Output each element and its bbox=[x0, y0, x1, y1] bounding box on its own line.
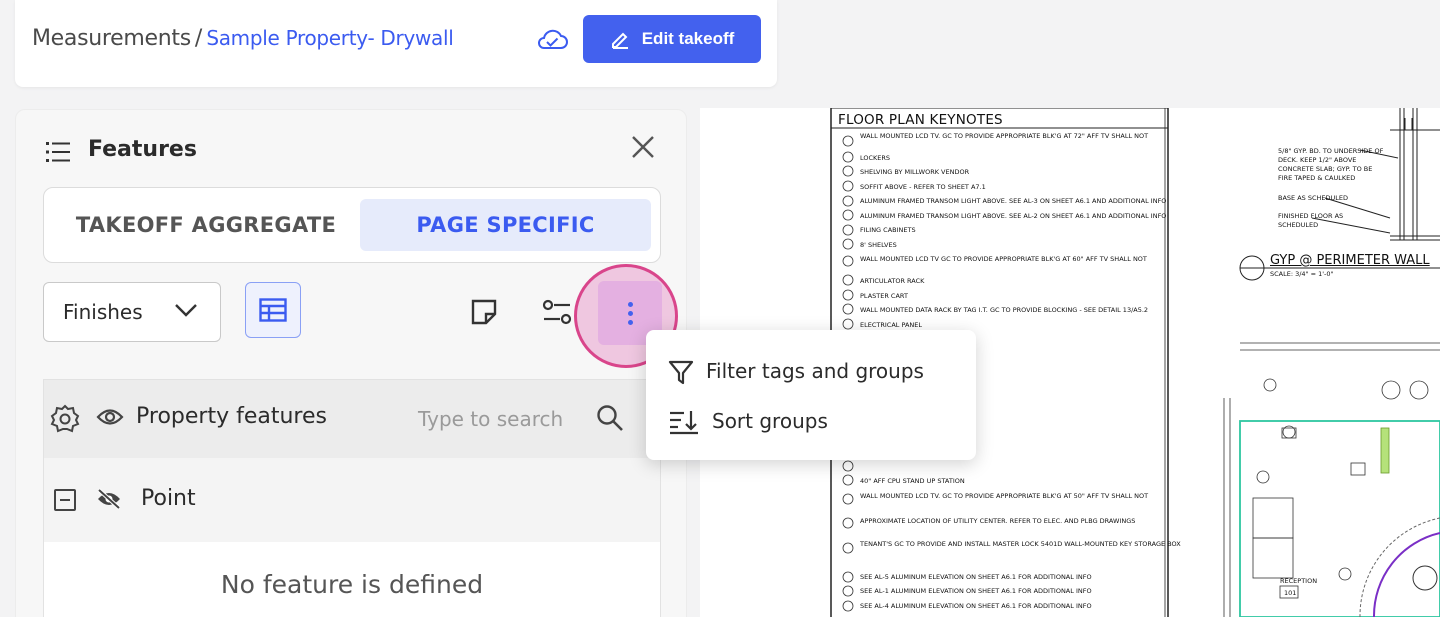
menu-item-sort-label: Sort groups bbox=[712, 409, 828, 433]
detail-note: DECK. KEEP 1/2" ABOVE bbox=[1278, 156, 1357, 164]
filter-icon bbox=[668, 360, 694, 385]
features-panel: Features TAKEOFF AGGREGATE PAGE SPECIFIC… bbox=[15, 109, 687, 617]
collapse-icon[interactable] bbox=[54, 489, 76, 511]
edit-takeoff-label: Edit takeoff bbox=[641, 29, 735, 48]
features-search-input[interactable]: Type to search bbox=[418, 407, 563, 431]
features-list: Property features Type to search Point N… bbox=[43, 379, 661, 617]
detail-scale: SCALE: 3/4" = 1'-0" bbox=[1270, 270, 1334, 278]
category-select-value: Finishes bbox=[63, 300, 143, 324]
keynote-item: WALL MOUNTED LCD TV. GC TO PROVIDE APPRO… bbox=[860, 132, 1149, 140]
keynote-item: WALL MOUNTED LCD TV. GC TO PROVIDE APPRO… bbox=[860, 492, 1149, 500]
keynote-item: ELECTRICAL PANEL bbox=[860, 321, 922, 329]
keynote-item: APPROXIMATE LOCATION OF UTILITY CENTER. … bbox=[860, 517, 1136, 525]
cloud-sync-icon[interactable] bbox=[535, 26, 569, 52]
menu-item-filter[interactable]: Filter tags and groups bbox=[646, 346, 976, 396]
room-number: 101 bbox=[1284, 589, 1297, 597]
breadcrumb-current[interactable]: Sample Property- Drywall bbox=[206, 26, 453, 50]
close-icon[interactable] bbox=[630, 134, 656, 160]
more-vertical-icon bbox=[627, 301, 633, 307]
gear-icon[interactable] bbox=[50, 404, 80, 434]
keynote-item: SOFFIT ABOVE - REFER TO SHEET A7.1 bbox=[860, 183, 986, 191]
edit-takeoff-button[interactable]: Edit takeoff bbox=[583, 15, 761, 63]
subgroup-label: Point bbox=[141, 486, 196, 511]
keynote-item: ALUMINUM FRAMED TRANSOM LIGHT ABOVE. SEE… bbox=[860, 212, 1167, 220]
category-select[interactable]: Finishes bbox=[43, 282, 221, 342]
keynote-item: WALL MOUNTED DATA RACK BY TAG I.T. GC TO… bbox=[860, 306, 1149, 314]
table-view-button[interactable] bbox=[245, 282, 301, 338]
keynote-item: LOCKERS bbox=[860, 154, 891, 162]
detail-note: 5/8" GYP. BD. TO UNDERSIDE OF bbox=[1278, 147, 1384, 155]
view-mode-toggle: TAKEOFF AGGREGATE PAGE SPECIFIC bbox=[43, 187, 661, 263]
detail-note: FIRE TAPED & CAULKED bbox=[1278, 174, 1356, 182]
tab-takeoff-aggregate[interactable]: TAKEOFF AGGREGATE bbox=[56, 199, 356, 251]
list-icon bbox=[46, 142, 70, 162]
detail-note: BASE AS SCHEDULED bbox=[1278, 194, 1348, 202]
detail-title: GYP @ PERIMETER WALL bbox=[1270, 253, 1430, 268]
breadcrumb-root[interactable]: Measurements bbox=[32, 26, 191, 51]
more-options-menu: Filter tags and groups Sort groups bbox=[646, 330, 976, 460]
search-icon[interactable] bbox=[596, 404, 624, 432]
sliders-icon[interactable] bbox=[542, 299, 572, 325]
keynote-item: PLASTER CART bbox=[860, 292, 908, 300]
detail-note: FINISHED FLOOR AS bbox=[1278, 212, 1344, 220]
keynotes-title: FLOOR PLAN KEYNOTES bbox=[838, 112, 1003, 128]
breadcrumb: Measurements / Sample Property- Drywall bbox=[32, 26, 454, 51]
empty-state-message: No feature is defined bbox=[220, 570, 484, 599]
keynote-item: ALUMINUM FRAMED TRANSOM LIGHT ABOVE. SEE… bbox=[860, 197, 1167, 205]
property-features-row: Property features Type to search bbox=[44, 380, 660, 458]
group-label: Property features bbox=[136, 404, 327, 429]
keynote-item: 8' SHELVES bbox=[860, 241, 897, 249]
header-bar: Measurements / Sample Property- Drywall Ed… bbox=[15, 0, 777, 87]
point-group-row: Point bbox=[44, 458, 660, 542]
sort-icon bbox=[670, 411, 698, 435]
keynote-item: SHELVING BY MILLWORK VENDOR bbox=[860, 168, 970, 176]
keynote-item: WALL MOUNTED LCD TV GC TO PROVIDE APPROP… bbox=[860, 255, 1147, 263]
menu-item-sort[interactable]: Sort groups bbox=[646, 396, 976, 446]
keynote-item: SEE AL-1 ALUMINUM ELEVATION ON SHEET A6.… bbox=[860, 587, 1092, 595]
room-label: RECEPTION bbox=[1280, 577, 1318, 585]
table-icon bbox=[259, 298, 287, 322]
keynote-item: FILING CABINETS bbox=[860, 226, 916, 234]
keynote-item: SEE AL-5 ALUMINUM ELEVATION ON SHEET A6.… bbox=[860, 573, 1092, 581]
eye-off-icon[interactable] bbox=[96, 488, 122, 510]
panel-title: Features bbox=[88, 137, 197, 162]
detail-note: CONCRETE SLAB; GYP. TO BE bbox=[1278, 165, 1373, 173]
chevron-down-icon bbox=[175, 304, 197, 317]
menu-item-filter-label: Filter tags and groups bbox=[706, 359, 924, 383]
keynote-item: SEE AL-4 ALUMINUM ELEVATION ON SHEET A6.… bbox=[860, 602, 1092, 610]
tab-page-specific[interactable]: PAGE SPECIFIC bbox=[360, 199, 651, 251]
detail-note: SCHEDULED bbox=[1278, 221, 1319, 229]
keynote-item: ARTICULATOR RACK bbox=[860, 277, 925, 285]
pencil-icon bbox=[611, 32, 628, 49]
keynote-item: TENANT'S GC TO PROVIDE AND INSTALL MASTE… bbox=[860, 540, 1181, 548]
note-icon[interactable] bbox=[471, 299, 497, 325]
breadcrumb-separator: / bbox=[194, 26, 203, 51]
eye-icon[interactable] bbox=[96, 406, 124, 428]
keynote-item: 40" AFF CPU STAND UP STATION bbox=[860, 477, 965, 485]
